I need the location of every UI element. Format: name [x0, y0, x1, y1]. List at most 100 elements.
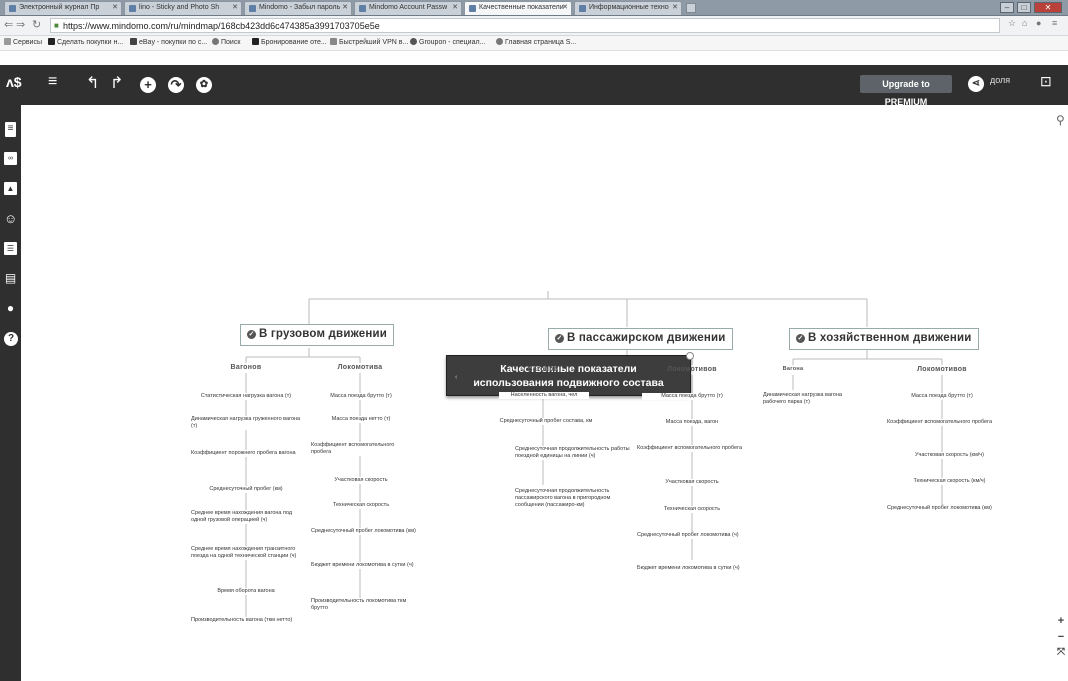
- root-topic[interactable]: ‹ Качественные показатели использования …: [446, 352, 694, 396]
- link-icon[interactable]: ∞: [4, 152, 17, 165]
- bookmark-item[interactable]: eBay - покупки по с...: [130, 38, 207, 46]
- column-title[interactable]: Вагона: [773, 366, 813, 372]
- close-icon[interactable]: ✕: [562, 3, 568, 11]
- undo-icon[interactable]: ↰: [86, 73, 99, 93]
- leaf-topic[interactable]: Коэффициент порожнего пробега вагона: [191, 450, 301, 457]
- leaf-topic[interactable]: Среднесуточная продолжительность работы …: [515, 446, 635, 460]
- leaf-topic[interactable]: Среднесуточный пробег локомотива (км): [311, 528, 421, 535]
- leaf-topic[interactable]: Среднесуточный пробег локомотива (ч): [637, 532, 752, 539]
- bookmark-item[interactable]: Бронирование оте...: [252, 38, 327, 46]
- tasks-icon[interactable]: ☰: [4, 242, 17, 255]
- leaf-topic[interactable]: Коэффициент вспомогательного пробега: [637, 445, 747, 452]
- zoom-in-button[interactable]: +: [1054, 615, 1068, 631]
- notes-icon[interactable]: ≡: [5, 122, 16, 137]
- bookmark-item[interactable]: Главная страница S...: [496, 38, 576, 46]
- bookmark-item[interactable]: Сервисы: [4, 38, 42, 46]
- column-title[interactable]: Локомотивов: [902, 366, 982, 373]
- search-icon[interactable]: ⚲: [1056, 113, 1065, 127]
- leaf-topic[interactable]: Статистическая нагрузка вагона (т): [191, 393, 301, 400]
- hamburger-menu-icon[interactable]: ≡: [48, 73, 57, 91]
- idea-bulb-icon[interactable]: ●: [4, 302, 17, 315]
- url-input[interactable]: ■ https://www.mindomo.com/ru/mindmap/168c…: [50, 18, 1000, 33]
- bookmark-item[interactable]: Быстрейший VPN в...: [330, 38, 408, 46]
- mindomo-logo-icon[interactable]: ʌ$: [6, 74, 22, 90]
- leaf-topic[interactable]: Масса поезда нетто (т): [311, 416, 411, 423]
- reload-icon[interactable]: ↻: [32, 18, 41, 31]
- theme-icon[interactable]: ✿: [196, 77, 212, 93]
- leaf-topic[interactable]: Коэффициент вспомогательного пробега: [887, 419, 997, 426]
- mindmap-canvas[interactable]: ‹ Качественные показатели использования …: [21, 105, 1068, 681]
- leaf-topic[interactable]: Населенность вагона, чел: [499, 392, 589, 399]
- leaf-topic[interactable]: Техническая скорость: [311, 502, 411, 509]
- bookmark-star-icon[interactable]: ☆: [1008, 18, 1016, 29]
- browser-tab[interactable]: Информационные техно ✕: [574, 1, 682, 15]
- leaf-topic[interactable]: Масса поезда брутто (т): [642, 393, 742, 400]
- leaf-topic[interactable]: Динамическая нагрузка груженного вагона …: [191, 416, 301, 430]
- column-title[interactable]: Вагонов: [216, 364, 276, 371]
- zoom-out-button[interactable]: −: [1054, 631, 1068, 647]
- leaf-topic[interactable]: Производительность локомотива ткм брутто: [311, 598, 421, 612]
- leaf-topic[interactable]: Время оборота вагона: [191, 588, 301, 595]
- extension-icon[interactable]: ●: [1036, 18, 1041, 28]
- leaf-topic[interactable]: Бюджет времени локомотива в сутки (ч): [637, 565, 752, 572]
- leaf-topic[interactable]: Среднесуточный пробег локомотива (км): [887, 505, 1012, 512]
- close-window-button[interactable]: ✕: [1034, 2, 1062, 13]
- branch-topic-economic[interactable]: ✓ В хозяйственном движении: [789, 328, 979, 350]
- leaf-topic[interactable]: Среднесуточный пробег (км): [191, 486, 301, 493]
- leaf-topic[interactable]: Участковая скорость (км/ч): [887, 452, 1012, 459]
- close-icon[interactable]: ✕: [232, 3, 238, 11]
- image-icon[interactable]: ▲: [4, 182, 17, 195]
- leaf-topic[interactable]: Масса поезда брутто (т): [892, 393, 992, 400]
- bookmark-item[interactable]: Поиск: [212, 38, 240, 46]
- fit-to-screen-button[interactable]: ⤧: [1054, 647, 1068, 663]
- maximize-window-button[interactable]: □: [1017, 2, 1031, 13]
- leaf-topic[interactable]: Техническая скорость: [642, 506, 742, 513]
- leaf-topic[interactable]: Среднесуточная продолжительность пассажи…: [515, 488, 635, 509]
- browser-tab[interactable]: Mindomo - Забыл пароль ✕: [244, 1, 352, 15]
- share-icon[interactable]: ⋖: [968, 76, 984, 92]
- leaf-topic[interactable]: Участковая скорость: [311, 477, 411, 484]
- leaf-topic[interactable]: Среднее время нахождения транзитного пое…: [191, 546, 301, 560]
- new-tab-button[interactable]: [686, 3, 696, 13]
- leaf-topic[interactable]: Участковая скорость: [642, 479, 742, 486]
- column-title[interactable]: Локомотива: [325, 364, 395, 371]
- leaf-topic[interactable]: Среднее время нахождения вагона под одно…: [191, 510, 301, 524]
- menu-icon[interactable]: ≡: [1052, 18, 1057, 28]
- share-label[interactable]: доля: [990, 75, 1010, 85]
- back-arrow-icon[interactable]: ⇐: [4, 18, 13, 31]
- close-icon[interactable]: ✕: [672, 3, 678, 11]
- presentation-icon[interactable]: ⊡: [1040, 73, 1052, 90]
- close-icon[interactable]: ✕: [112, 3, 118, 11]
- column-title[interactable]: Локомотивов: [652, 366, 732, 373]
- close-icon[interactable]: ✕: [452, 3, 458, 11]
- branch-topic-passenger[interactable]: ✓ В пассажирском движении: [548, 328, 733, 350]
- help-icon[interactable]: ?: [4, 332, 18, 346]
- emoji-icon[interactable]: ☺: [4, 212, 17, 225]
- leaf-topic[interactable]: Масса поезда брутто (т): [311, 393, 411, 400]
- relationship-icon[interactable]: ↷: [168, 77, 184, 93]
- add-topic-icon[interactable]: +: [140, 77, 156, 93]
- forward-arrow-icon[interactable]: ⇒: [16, 18, 25, 31]
- leaf-topic[interactable]: Масса поезда, вагон: [642, 419, 742, 426]
- bookmark-item[interactable]: Сделать покупки н...: [48, 38, 123, 46]
- upgrade-premium-button[interactable]: Upgrade to PREMIUM: [860, 75, 952, 107]
- browser-tab[interactable]: Электронный журнал Пр ✕: [4, 1, 122, 15]
- leaf-topic[interactable]: Бюджет времени локомотива в сутки (ч): [311, 562, 421, 569]
- home-icon[interactable]: ⌂: [1022, 18, 1027, 28]
- column-title[interactable]: Вагонов: [513, 366, 573, 373]
- leaf-topic[interactable]: Среднесуточный пробег состава, км: [491, 418, 601, 425]
- leaf-topic[interactable]: Динамическая нагрузка вагона рабочего па…: [763, 392, 863, 406]
- close-icon[interactable]: ✕: [342, 3, 348, 11]
- redo-icon[interactable]: ↱: [110, 73, 123, 93]
- leaf-topic[interactable]: Производительность вагона (ткм нетто): [191, 617, 301, 624]
- leaf-topic[interactable]: Коэффициент вспомогательного пробега: [311, 442, 411, 456]
- resize-handle-icon[interactable]: [686, 352, 694, 360]
- browser-tab-active[interactable]: Качественные показатели ✕: [464, 1, 572, 15]
- browser-tab[interactable]: lino - Sticky and Photo Sh ✕: [124, 1, 242, 15]
- browser-tab[interactable]: Mindomo Account Passw ✕: [354, 1, 462, 15]
- branch-topic-freight[interactable]: ✓ В грузовом движении: [240, 324, 395, 346]
- comment-icon[interactable]: ▤: [4, 272, 17, 285]
- collapse-arrow-icon[interactable]: ‹: [455, 371, 457, 385]
- minimize-window-button[interactable]: –: [1000, 2, 1014, 13]
- bookmark-item[interactable]: Groupon - специал...: [410, 38, 485, 46]
